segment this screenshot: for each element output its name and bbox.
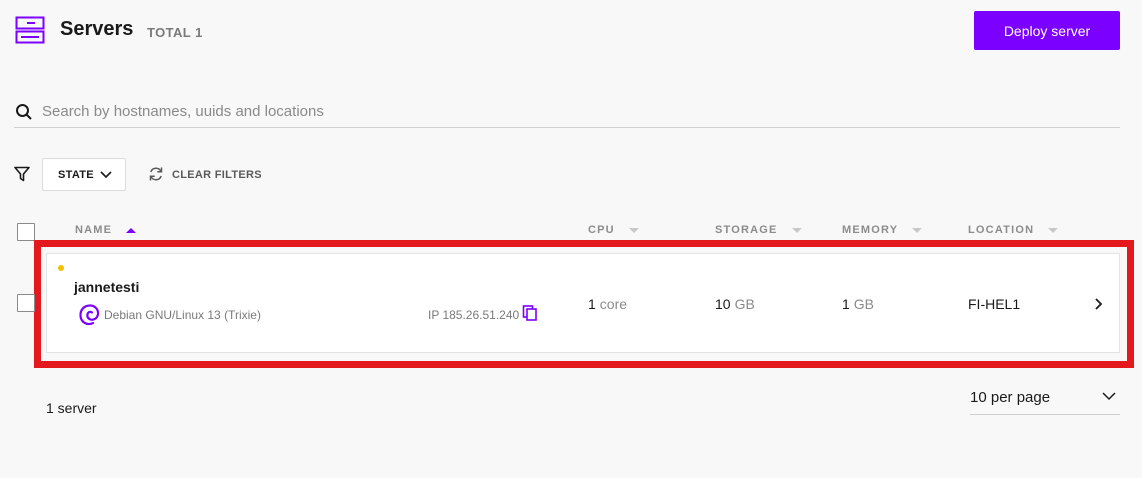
sort-ascending-icon (126, 227, 137, 233)
column-header-cpu-label: CPU (588, 224, 615, 236)
server-count: 1 server (46, 400, 97, 416)
state-filter-dropdown[interactable]: STATE (42, 158, 126, 191)
debian-logo-icon (79, 304, 100, 326)
server-storage: 10 GB (715, 296, 755, 312)
deploy-server-button[interactable]: Deploy server (974, 11, 1120, 50)
status-indicator (58, 265, 64, 271)
cpu-unit: core (599, 296, 628, 312)
select-all-checkbox[interactable] (17, 223, 35, 241)
row-checkbox[interactable] (17, 294, 35, 312)
server-location: FI-HEL1 (968, 296, 1021, 312)
sort-caret-icon (1048, 227, 1059, 233)
column-header-storage-label: STORAGE (715, 224, 778, 236)
storage-unit: GB (734, 296, 755, 312)
server-memory: 1 GB (842, 296, 874, 312)
search-input[interactable] (42, 98, 1112, 124)
sort-caret-icon (791, 227, 802, 233)
copy-icon[interactable] (522, 305, 538, 321)
memory-unit: GB (853, 296, 875, 312)
total-label: TOTAL (147, 25, 192, 40)
column-header-location[interactable]: LOCATION (968, 224, 1059, 236)
per-page-select[interactable]: 10 per page (970, 383, 1120, 415)
total-number: 1 (195, 25, 203, 40)
server-os: Debian GNU/Linux 13 (Trixie) (104, 308, 261, 322)
sort-caret-icon (912, 227, 923, 233)
cpu-value: 1 (588, 296, 596, 312)
storage-value: 10 (715, 296, 731, 312)
column-header-memory[interactable]: MEMORY (842, 224, 923, 236)
memory-value: 1 (842, 296, 850, 312)
chevron-down-icon (1102, 392, 1116, 401)
column-header-memory-label: MEMORY (842, 224, 899, 236)
chevron-right-icon[interactable] (1093, 297, 1103, 311)
server-ip: IP 185.26.51.240 (428, 308, 520, 322)
server-cpu: 1 core (588, 296, 627, 312)
search-icon (16, 104, 32, 120)
page-title: Servers (60, 18, 134, 40)
total-count: TOTAL 1 (147, 25, 203, 40)
column-header-location-label: LOCATION (968, 224, 1035, 236)
search-bar (14, 96, 1120, 128)
chevron-down-icon (100, 171, 112, 179)
servers-icon (15, 16, 45, 44)
server-hostname: jannetesti (74, 279, 140, 295)
per-page-value: 10 per page (970, 389, 1051, 406)
clear-filters-label: CLEAR FILTERS (172, 169, 262, 181)
column-header-name-label: NAME (75, 224, 113, 236)
column-header-name[interactable]: NAME (75, 224, 137, 236)
column-header-cpu[interactable]: CPU (588, 224, 639, 236)
refresh-icon (149, 167, 163, 181)
table-row[interactable]: jannetesti Debian GNU/Linux 13 (Trixie) … (46, 253, 1120, 353)
page-header: Servers TOTAL 1 Deploy server (0, 0, 1142, 70)
state-filter-label: STATE (58, 169, 94, 181)
filter-icon (14, 166, 30, 182)
column-header-storage[interactable]: STORAGE (715, 224, 802, 236)
sort-caret-icon (628, 227, 639, 233)
